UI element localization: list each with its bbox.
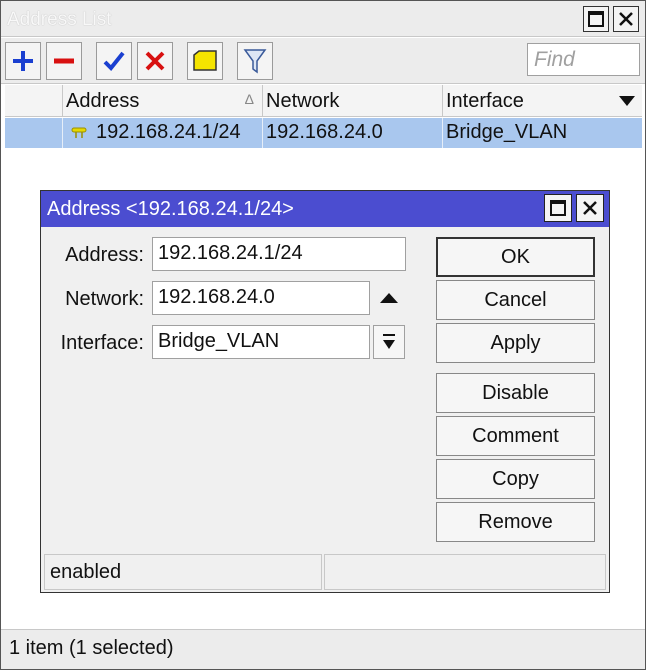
- remove-button[interactable]: [46, 42, 82, 80]
- sort-ascending-icon: Δ: [244, 91, 254, 107]
- cell-network: 192.168.24.0: [262, 118, 442, 148]
- remove-button[interactable]: Remove: [436, 502, 595, 542]
- dialog-maximize-button[interactable]: [544, 194, 572, 222]
- toolbar: [1, 38, 645, 84]
- cell-interface: Bridge_VLAN: [442, 118, 642, 148]
- dialog-status-empty: [324, 554, 606, 590]
- network-label: Network:: [65, 288, 144, 310]
- find-input[interactable]: [527, 43, 640, 76]
- enable-button[interactable]: [96, 42, 132, 80]
- network-collapse-button[interactable]: [373, 281, 405, 315]
- column-header-blank[interactable]: [5, 85, 62, 117]
- table-header: Address Δ Network Interface: [5, 85, 642, 117]
- maximize-icon: [588, 11, 604, 27]
- cell-address: 192.168.24.1/24: [62, 118, 262, 148]
- apply-button[interactable]: Apply: [436, 323, 595, 363]
- copy-button[interactable]: Copy: [436, 459, 595, 499]
- comment-button[interactable]: Comment: [436, 416, 595, 456]
- close-icon: [583, 201, 597, 215]
- dialog-close-button[interactable]: [576, 194, 604, 222]
- address-field[interactable]: 192.168.24.1/24: [152, 237, 406, 271]
- window-title: Address List: [7, 9, 112, 30]
- disable-button[interactable]: Disable: [436, 373, 595, 413]
- maximize-button[interactable]: [583, 6, 609, 32]
- cross-icon: [145, 51, 165, 71]
- comment-icon: [193, 50, 217, 71]
- interface-dropdown-button[interactable]: [373, 325, 405, 359]
- column-menu-dropdown-icon[interactable]: [618, 95, 636, 107]
- window-titlebar[interactable]: Address List: [1, 1, 645, 37]
- interface-label: Interface:: [60, 332, 144, 354]
- filter-icon: [243, 49, 267, 74]
- checkmark-icon: [103, 51, 125, 71]
- row-spacer: [5, 118, 62, 148]
- cancel-button[interactable]: Cancel: [436, 280, 595, 320]
- dialog-title: Address <192.168.24.1/24>: [47, 198, 294, 220]
- column-header-interface[interactable]: Interface: [442, 85, 642, 117]
- triangle-up-icon: [380, 293, 398, 303]
- disable-button[interactable]: [137, 42, 173, 80]
- dialog-status-enabled: enabled: [44, 554, 322, 590]
- filter-button[interactable]: [237, 42, 273, 80]
- interface-select[interactable]: Bridge_VLAN: [152, 325, 370, 359]
- address-label: Address:: [65, 244, 144, 266]
- column-header-address[interactable]: Address Δ: [62, 85, 262, 117]
- maximize-icon: [550, 200, 566, 216]
- dialog-titlebar[interactable]: Address <192.168.24.1/24>: [41, 191, 609, 227]
- dropdown-arrow-icon: [383, 334, 395, 349]
- add-icon: [13, 51, 33, 71]
- table-row[interactable]: 192.168.24.1/24 192.168.24.0 Bridge_VLAN: [5, 118, 642, 148]
- status-bar: 1 item (1 selected): [1, 629, 645, 669]
- comment-button[interactable]: [187, 42, 223, 80]
- ok-button[interactable]: OK: [436, 237, 595, 277]
- remove-icon: [54, 58, 74, 64]
- address-icon: [71, 127, 87, 138]
- add-button[interactable]: [5, 42, 41, 80]
- close-icon: [619, 12, 633, 26]
- column-header-network[interactable]: Network: [262, 85, 442, 117]
- close-button[interactable]: [613, 6, 639, 32]
- network-field[interactable]: 192.168.24.0: [152, 281, 370, 315]
- address-edit-dialog: Address <192.168.24.1/24> Address: 192.1…: [40, 190, 610, 593]
